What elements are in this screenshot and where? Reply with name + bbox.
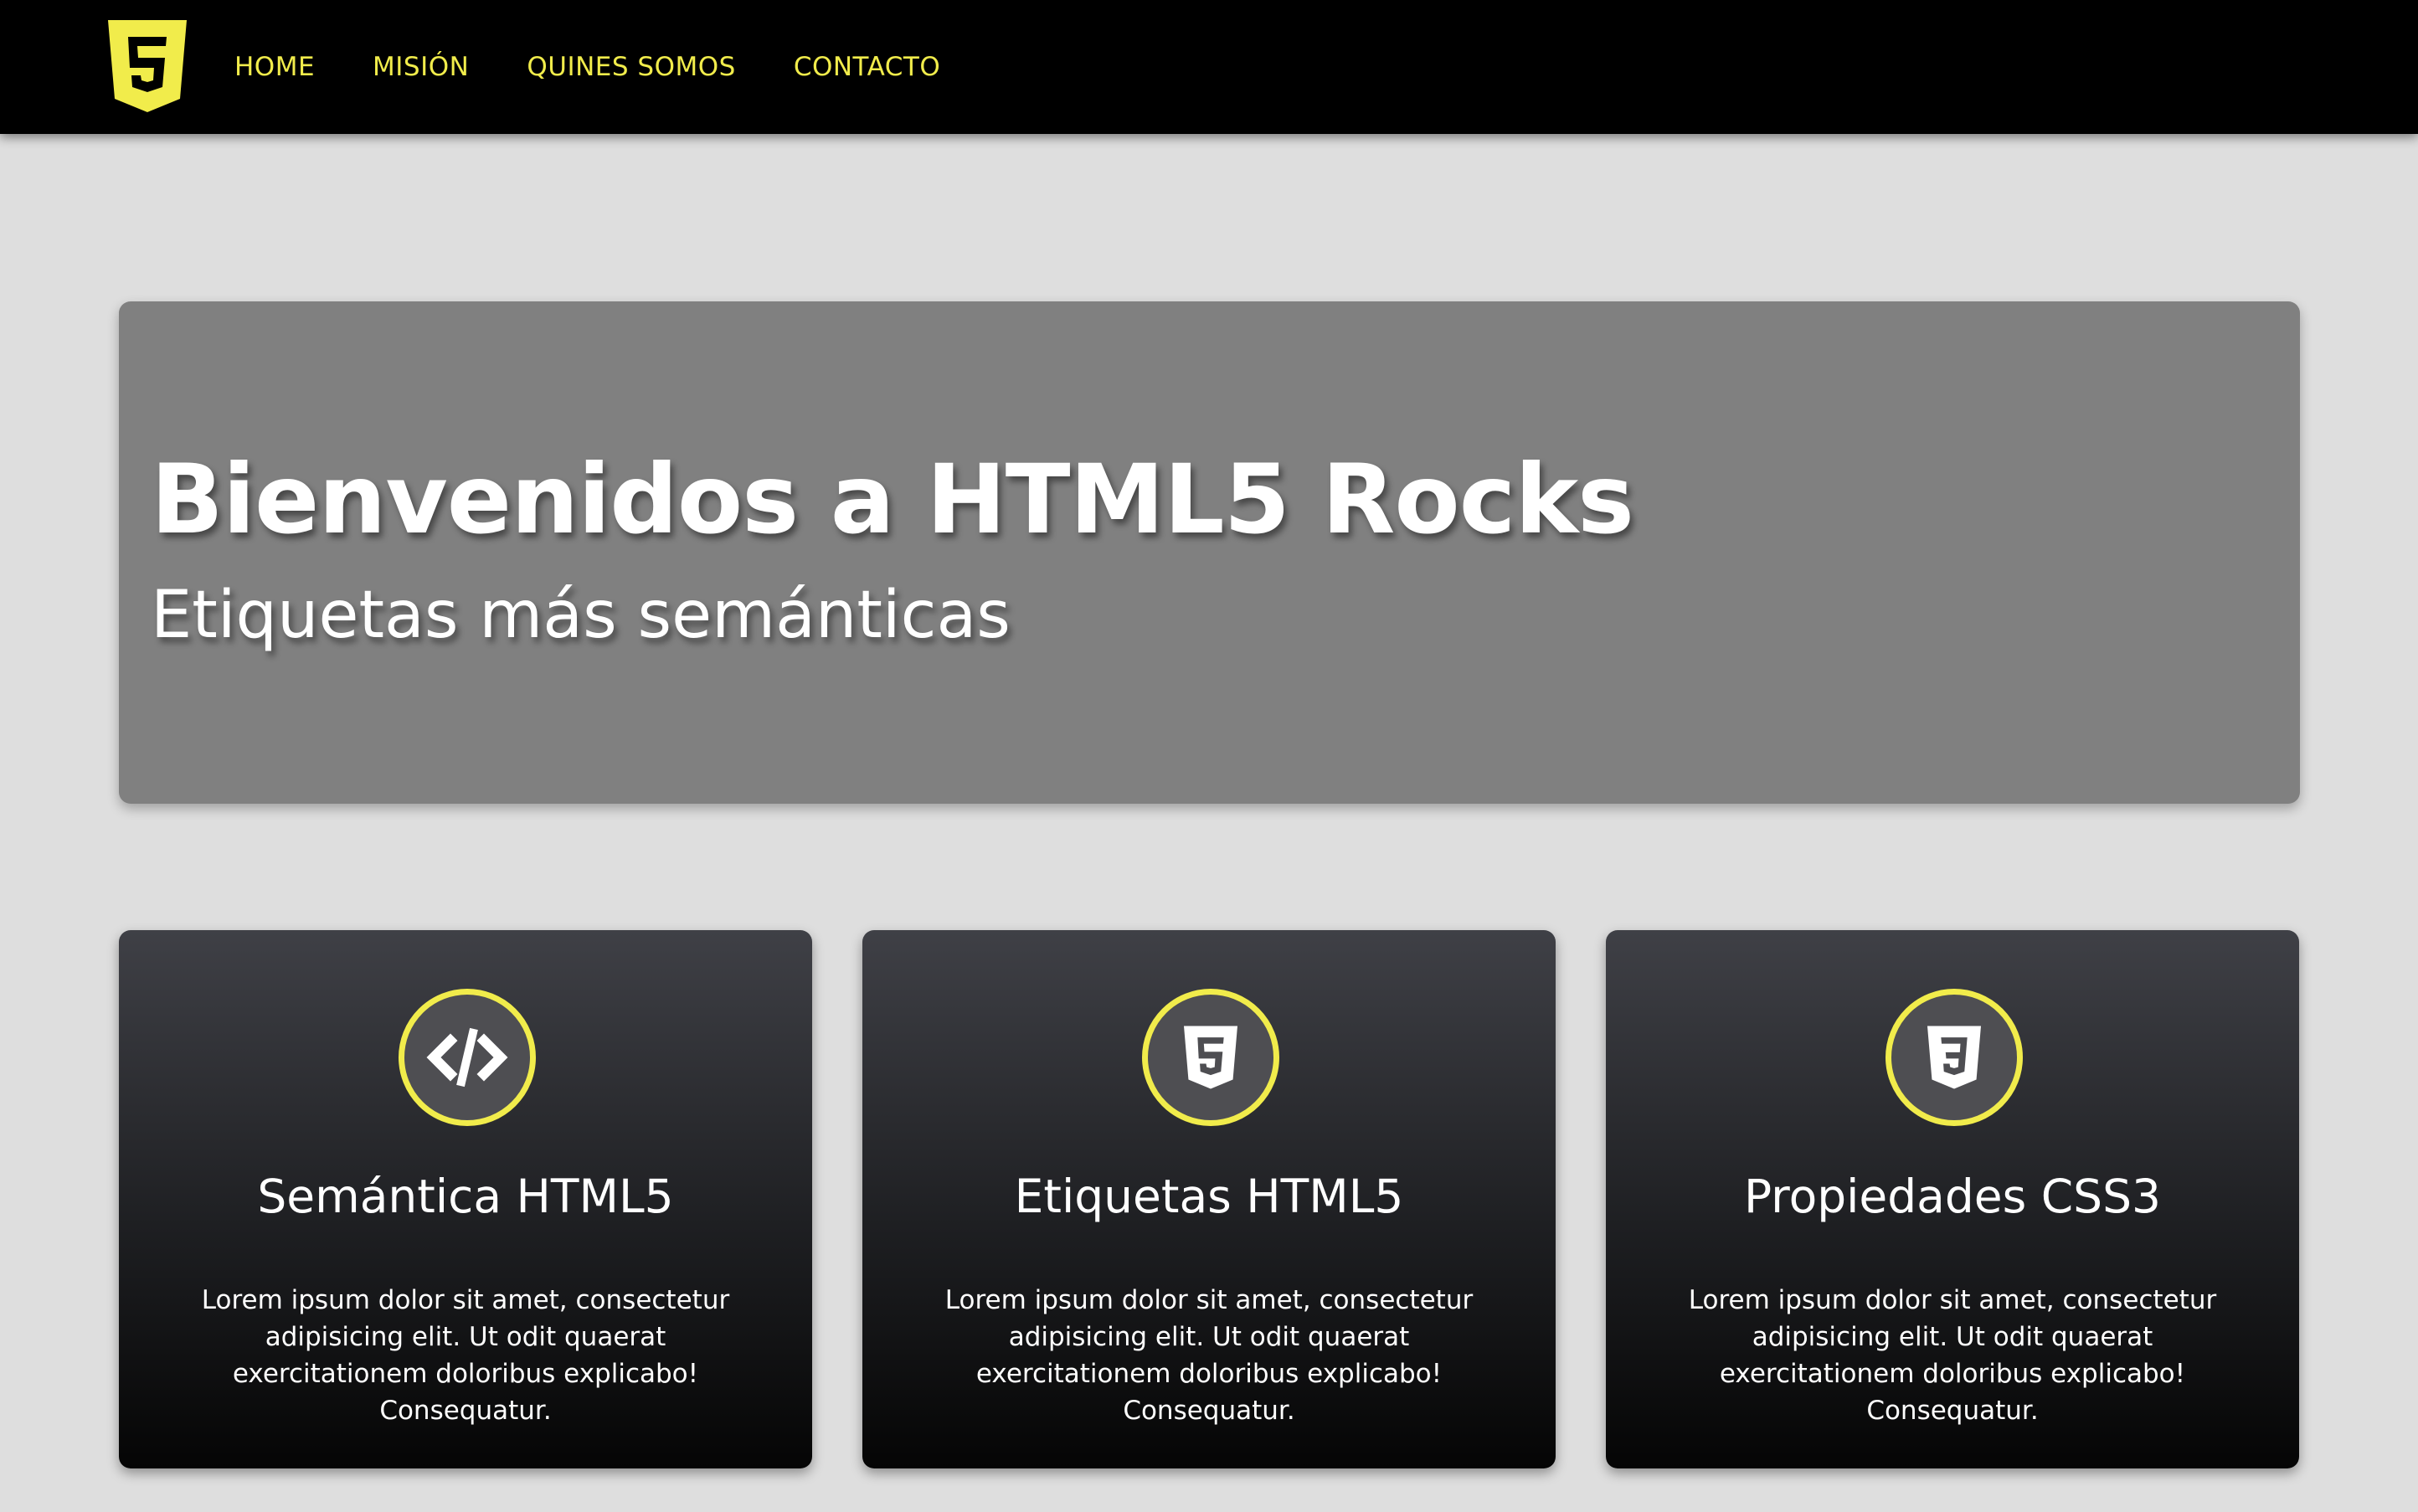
css3-icon (1927, 1026, 1981, 1089)
html5-icon (1184, 1026, 1237, 1089)
nav-link-mision[interactable]: MISIÓN (373, 52, 469, 82)
code-icon (426, 1027, 508, 1088)
feature-card-semantica: Semántica HTML5 Lorem ipsum dolor sit am… (119, 930, 812, 1468)
feature-card-propiedades: Propiedades CSS3 Lorem ipsum dolor sit a… (1606, 930, 2299, 1468)
card-text: Lorem ipsum dolor sit amet, consectetur … (1688, 1285, 2217, 1426)
card-title: Semántica HTML5 (257, 1170, 674, 1223)
feature-card-etiquetas: Etiquetas HTML5 Lorem ipsum dolor sit am… (862, 930, 1556, 1468)
hero-banner: Bienvenidos a HTML5 Rocks Etiquetas más … (119, 301, 2300, 804)
card-icon-circle (1886, 989, 2023, 1126)
nav-link-quienes-somos[interactable]: QUINES SOMOS (527, 52, 735, 82)
hero-subtitle: Etiquetas más semánticas (151, 578, 1011, 653)
card-icon-circle (1142, 989, 1279, 1126)
card-title: Propiedades CSS3 (1743, 1170, 2161, 1223)
nav-link-home[interactable]: HOME (234, 52, 315, 82)
top-navbar: HOME MISIÓN QUINES SOMOS CONTACTO (0, 0, 2418, 134)
nav-link-contacto[interactable]: CONTACTO (794, 52, 940, 82)
hero-title: Bienvenidos a HTML5 Rocks (151, 444, 1634, 555)
card-title: Etiquetas HTML5 (1014, 1170, 1404, 1223)
card-icon-circle (399, 989, 536, 1126)
main-nav: HOME MISIÓN QUINES SOMOS CONTACTO (209, 0, 973, 134)
card-text: Lorem ipsum dolor sit amet, consectetur … (944, 1285, 1474, 1426)
card-text: Lorem ipsum dolor sit amet, consectetur … (201, 1285, 730, 1426)
html5-logo-icon[interactable] (108, 20, 187, 112)
